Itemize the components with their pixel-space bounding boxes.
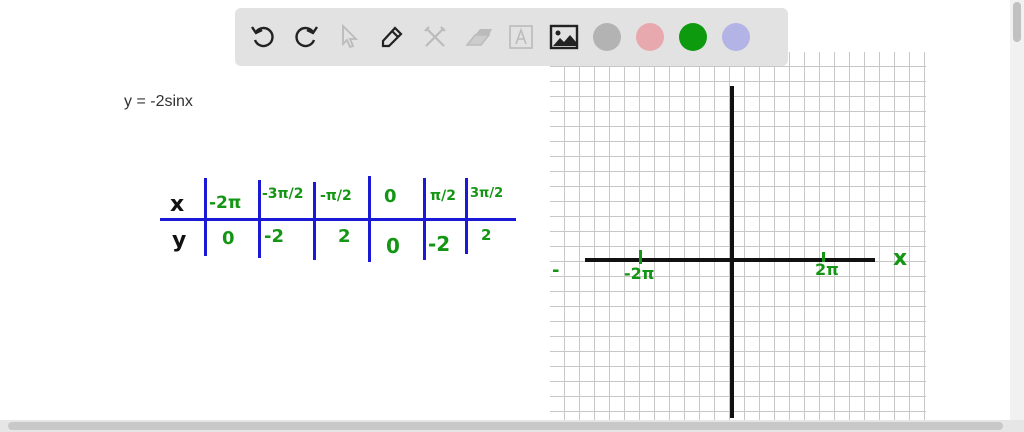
- y-axis: [730, 86, 734, 418]
- tick-mark-neg: [639, 250, 642, 264]
- x-value: -3π/2: [262, 186, 304, 202]
- y-value: 0: [222, 228, 235, 249]
- tools-icon: [424, 26, 446, 47]
- swatch-green: [679, 23, 707, 51]
- eraser-button[interactable]: [462, 21, 494, 53]
- left-mark: -: [552, 260, 560, 281]
- y-value: -2: [264, 226, 284, 247]
- y-value: 2: [481, 226, 492, 244]
- equation-text: y = -2sinx: [124, 93, 193, 110]
- tick-label-neg-2pi: -2π: [624, 264, 655, 283]
- x-value: 0: [384, 186, 397, 207]
- text-button[interactable]: [505, 21, 537, 53]
- tick-label-2pi: 2π: [815, 260, 839, 279]
- swatch-gray: [593, 23, 621, 51]
- table-x-label: x: [170, 192, 185, 217]
- y-value: 2: [338, 226, 351, 247]
- redo-icon: [295, 26, 318, 48]
- table-divider: [368, 176, 371, 262]
- y-value: 0: [386, 234, 400, 258]
- color-gray[interactable]: [591, 21, 623, 53]
- eraser-icon: [465, 29, 492, 46]
- horizontal-scrollbar[interactable]: [0, 420, 1024, 432]
- redo-button[interactable]: [290, 21, 322, 53]
- horizontal-scroll-thumb[interactable]: [8, 422, 1003, 430]
- pen-button[interactable]: [376, 21, 408, 53]
- vertical-scrollbar[interactable]: [1010, 0, 1024, 420]
- table-horizontal-line: [160, 218, 516, 221]
- x-value: -π/2: [320, 188, 352, 204]
- table-divider: [465, 178, 468, 254]
- y-value: -2: [428, 232, 451, 256]
- tools-button[interactable]: [419, 21, 451, 53]
- undo-icon: [251, 26, 274, 48]
- color-green[interactable]: [677, 21, 709, 53]
- table-divider: [204, 178, 207, 256]
- graph-paper-grid: [550, 52, 926, 420]
- text-icon: [509, 25, 533, 49]
- x-value: 3π/2: [470, 186, 504, 201]
- image-icon: [549, 24, 579, 50]
- x-value: π/2: [430, 188, 456, 204]
- drawing-toolbar: [235, 8, 788, 66]
- table-divider: [423, 178, 426, 260]
- undo-button[interactable]: [247, 21, 279, 53]
- image-button[interactable]: [548, 21, 580, 53]
- vertical-scroll-thumb[interactable]: [1013, 2, 1021, 42]
- table-divider: [313, 182, 316, 260]
- x-axis-label: x: [893, 246, 908, 271]
- table-y-label: y: [172, 228, 187, 253]
- pencil-icon: [381, 26, 403, 48]
- table-divider: [258, 180, 261, 258]
- x-value: -2π: [209, 193, 242, 213]
- color-pink[interactable]: [634, 21, 666, 53]
- select-button[interactable]: [333, 21, 365, 53]
- swatch-pink: [636, 23, 664, 51]
- cursor-icon: [342, 23, 359, 49]
- color-lavender[interactable]: [720, 21, 752, 53]
- swatch-lavender: [722, 23, 750, 51]
